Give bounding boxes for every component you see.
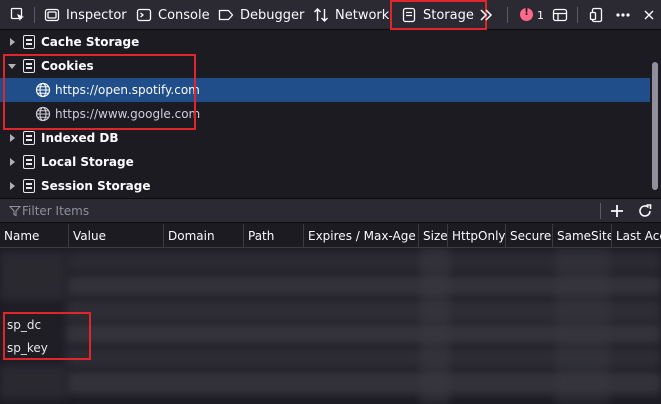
tree-item-cache-storage[interactable]: Cache Storage — [0, 30, 650, 54]
blurred-region — [420, 248, 450, 404]
tab-console-label: Console — [158, 7, 210, 23]
tab-network-label: Network — [335, 7, 390, 23]
tree-item-local-storage[interactable]: Local Storage — [0, 150, 650, 174]
tree-item-label: Session Storage — [41, 179, 151, 193]
inspector-icon — [44, 8, 60, 22]
cookie-name-cell[interactable]: sp_key — [7, 341, 48, 355]
column-header-path[interactable]: Path — [243, 224, 303, 248]
responsive-design-button[interactable] — [589, 0, 605, 30]
double-chevron-right-icon — [480, 9, 493, 21]
expand-arrow-icon[interactable] — [10, 38, 15, 46]
debugger-icon — [218, 9, 234, 21]
tree-item-session-storage[interactable]: Session Storage — [0, 174, 650, 198]
responsive-design-icon — [589, 7, 603, 23]
column-header-httponly[interactable]: HttpOnly — [447, 224, 505, 248]
storage-icon — [23, 59, 35, 73]
expand-arrow-icon[interactable] — [10, 182, 15, 190]
expand-arrow-icon[interactable] — [10, 158, 15, 166]
more-options-icon — [616, 13, 630, 17]
storage-tree: Cache Storage Cookies https://open.spoti… — [0, 30, 661, 198]
tab-inspector-label: Inspector — [66, 7, 127, 23]
toolbar-separator — [577, 7, 578, 23]
tab-storage-label: Storage — [423, 7, 474, 23]
tab-network[interactable]: Network — [313, 0, 389, 30]
cookie-name-cell[interactable]: sp_dc — [7, 318, 41, 332]
filter-items-input[interactable] — [22, 203, 582, 219]
cookies-table-header: Name Value Domain Path Expires / Max-Age… — [0, 224, 661, 248]
more-options-button[interactable] — [615, 0, 631, 30]
blurred-region — [0, 252, 66, 300]
tree-item-label: Cache Storage — [41, 35, 140, 49]
tab-inspector[interactable]: Inspector — [44, 0, 127, 30]
column-header-secure[interactable]: Secure — [505, 224, 552, 248]
tree-item-cookie-host-spotify[interactable]: https://open.spotify.com — [0, 78, 650, 102]
column-header-expires[interactable]: Expires / Max-Age — [303, 224, 418, 248]
tree-item-label: Indexed DB — [41, 131, 119, 145]
tab-console[interactable]: Console — [136, 0, 210, 30]
element-picker-icon — [10, 7, 24, 21]
column-header-size[interactable]: Size — [418, 224, 447, 248]
error-count[interactable]: 1 — [537, 0, 544, 30]
tree-item-label: Cookies — [41, 59, 94, 73]
storage-icon — [23, 155, 35, 169]
tab-storage[interactable]: Storage — [401, 0, 474, 30]
blurred-region — [0, 366, 66, 398]
tree-item-cookie-host-google[interactable]: https://www.google.com — [0, 102, 650, 126]
refresh-icon[interactable] — [637, 203, 653, 219]
add-item-icon[interactable] — [609, 203, 625, 219]
tree-item-label: https://www.google.com — [55, 107, 201, 121]
element-picker-button[interactable] — [10, 0, 26, 30]
close-devtools-button[interactable] — [643, 0, 655, 30]
devtools-toolbar: Inspector Console Debugger Network Stora… — [0, 0, 661, 30]
column-header-domain[interactable]: Domain — [163, 224, 243, 248]
column-header-name[interactable]: Name — [0, 224, 68, 248]
column-header-last-accessed[interactable]: Last Acce — [611, 224, 661, 248]
split-console-icon — [552, 8, 568, 22]
storage-icon — [23, 35, 35, 49]
tab-debugger-label: Debugger — [240, 7, 305, 23]
filter-bar — [0, 198, 661, 223]
globe-icon — [35, 106, 51, 122]
toolbar-separator — [507, 7, 508, 23]
storage-icon — [23, 131, 35, 145]
network-icon — [314, 8, 328, 22]
toolbar-separator — [600, 203, 601, 219]
collapse-arrow-icon[interactable] — [8, 64, 16, 69]
split-console-button[interactable] — [552, 0, 568, 30]
tree-item-indexed-db[interactable]: Indexed DB — [0, 126, 650, 150]
tree-item-label: https://open.spotify.com — [55, 83, 200, 97]
globe-icon — [35, 82, 51, 98]
tab-debugger[interactable]: Debugger — [218, 0, 304, 30]
filter-icon — [9, 205, 21, 217]
tree-item-label: Local Storage — [41, 155, 134, 169]
tree-item-cookies[interactable]: Cookies — [0, 54, 650, 78]
tree-scrollbar[interactable] — [652, 62, 658, 190]
error-icon[interactable] — [520, 7, 533, 21]
cookies-table-body: sp_dc sp_key — [0, 248, 661, 404]
console-icon — [136, 8, 152, 22]
column-header-samesite[interactable]: SameSite — [552, 224, 611, 248]
storage-icon — [402, 7, 416, 23]
more-tabs-button[interactable] — [479, 0, 493, 30]
close-icon — [644, 10, 654, 20]
storage-icon — [23, 179, 35, 193]
expand-arrow-icon[interactable] — [10, 134, 15, 142]
blurred-region — [555, 248, 610, 404]
column-header-value[interactable]: Value — [68, 224, 163, 248]
toolbar-separator — [34, 7, 35, 23]
